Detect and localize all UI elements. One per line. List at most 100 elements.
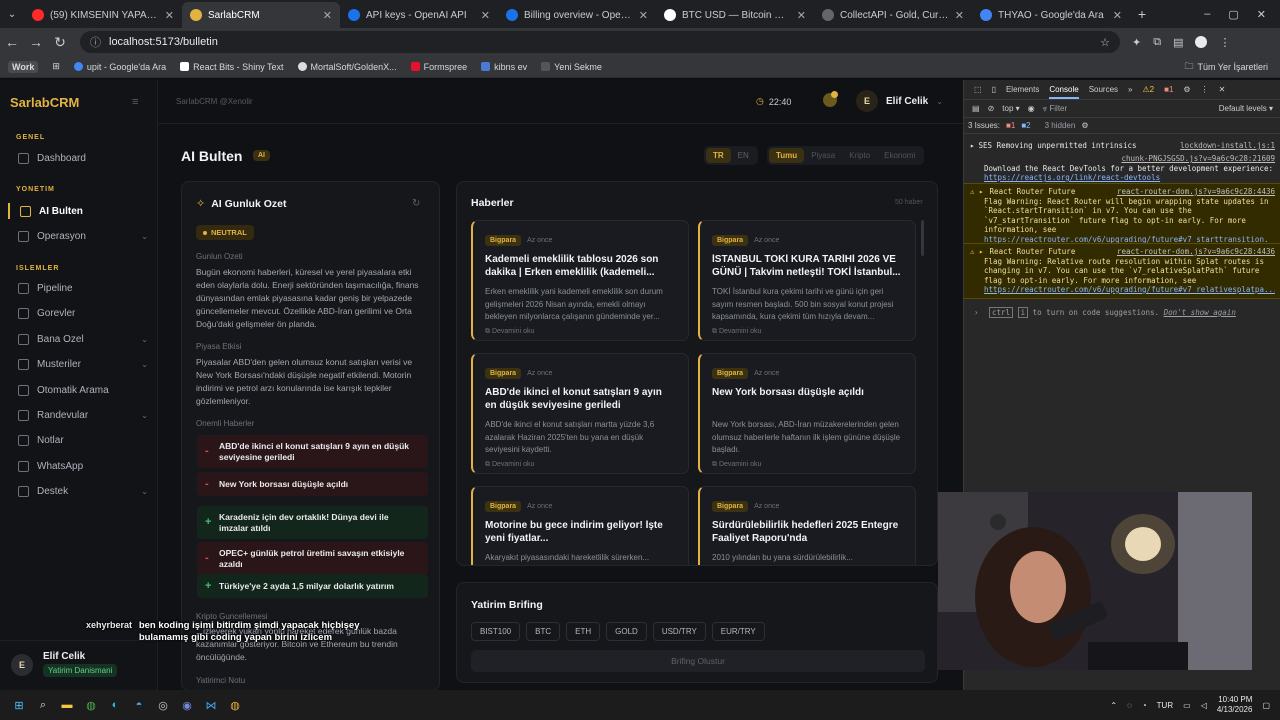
- close-window-icon[interactable]: ✕: [1257, 8, 1266, 21]
- windows-start-icon[interactable]: ⊞: [10, 696, 28, 714]
- read-more-link[interactable]: ⧉ Devamini oku: [485, 328, 676, 336]
- obs-icon[interactable]: ◎: [154, 696, 172, 714]
- inspect-icon[interactable]: ⬚: [974, 85, 982, 94]
- source-link[interactable]: react-router-dom.js?v=9a6c9c28:4436: [1117, 247, 1275, 257]
- refresh-icon[interactable]: ↻: [412, 198, 420, 209]
- menu-collapse-icon[interactable]: ≡: [132, 96, 138, 108]
- browser-tab-4[interactable]: BTC USD — Bitcoin Dolar Fiyatı ✕: [656, 2, 814, 28]
- filter-ekonomi[interactable]: Ekonomi: [877, 148, 922, 163]
- app-icon-1[interactable]: ◓: [130, 696, 148, 714]
- discord-icon[interactable]: ◉: [178, 696, 196, 714]
- expand-icon[interactable]: ›: [974, 308, 979, 317]
- chrome-icon[interactable]: ◍: [82, 696, 100, 714]
- sidebar-item-whatsapp[interactable]: WhatsApp: [18, 461, 148, 472]
- source-link[interactable]: react-router-dom.js?v=9a6c9c28:4436: [1117, 187, 1275, 197]
- bookmark-react-bits[interactable]: React Bits - Shiny Text: [180, 62, 284, 72]
- asset-chip[interactable]: ETH: [566, 622, 601, 641]
- apps-grid-icon[interactable]: ⊞: [52, 61, 60, 72]
- sidebar-item-otomatik-arama[interactable]: Otomatik Arama: [18, 385, 148, 396]
- lang-en[interactable]: EN: [731, 148, 756, 163]
- clear-console-icon[interactable]: ⊘: [988, 104, 995, 113]
- sidebar-item-operasyon[interactable]: Operasyon ⌄: [18, 231, 148, 242]
- tab-close-icon[interactable]: ✕: [639, 9, 648, 22]
- asset-chip[interactable]: EUR/TRY: [711, 622, 765, 641]
- device-icon[interactable]: ▯: [992, 85, 996, 94]
- console-message[interactable]: ⚠ ▸ React Router Future react-router-dom.j…: [964, 243, 1280, 299]
- chrome-2-icon[interactable]: ◍: [226, 696, 244, 714]
- tray-up-icon[interactable]: ⌃: [1110, 701, 1117, 710]
- filter-input[interactable]: ⩔ Filter: [1043, 104, 1068, 114]
- notification-icon[interactable]: [823, 91, 838, 107]
- sidebar-item-pipeline[interactable]: Pipeline: [18, 283, 148, 294]
- important-news-item[interactable]: - OPEC+ günlük petrol üretimi savaşın etk…: [197, 542, 428, 575]
- tab-close-icon[interactable]: ✕: [955, 9, 964, 22]
- issues-error-count[interactable]: ■1: [1006, 121, 1015, 130]
- bookmark-formspree[interactable]: Formspree: [410, 62, 467, 72]
- browser-tab-5[interactable]: CollectAPI - Gold, Currency and... ✕: [814, 2, 972, 28]
- source-link[interactable]: lockdown-install.js:1: [1180, 141, 1275, 151]
- bookmark-work[interactable]: Work: [8, 60, 39, 73]
- sidebar-item-musteriler[interactable]: Musteriler ⌄: [18, 359, 148, 370]
- tab-close-icon[interactable]: ✕: [797, 9, 806, 22]
- bookmark-star-icon[interactable]: ☆: [1100, 36, 1110, 49]
- brand-logo[interactable]: SarlabCRM: [10, 95, 79, 110]
- sidebar-item-notlar[interactable]: Notlar: [18, 435, 148, 446]
- bookmark-github[interactable]: MortalSoft/GoldenX...: [297, 62, 397, 72]
- new-tab-button[interactable]: +: [1130, 6, 1154, 22]
- error-count[interactable]: ■1: [1164, 85, 1173, 94]
- browser-tab-6[interactable]: THYAO - Google'da Ara ✕: [972, 2, 1130, 28]
- edge-icon[interactable]: ◐: [106, 696, 124, 714]
- bookmark-new-tab[interactable]: Yeni Sekme: [541, 62, 602, 72]
- devtools-close-icon[interactable]: ✕: [1219, 85, 1226, 94]
- volume-icon[interactable]: ◁: [1201, 701, 1207, 710]
- expand-arrow-icon[interactable]: ▸: [970, 141, 975, 151]
- devtools-tab-console[interactable]: Console: [1049, 85, 1079, 99]
- docs-link[interactable]: https://reactrouter.com/v6/upgrading/fut…: [984, 285, 1275, 295]
- tray-app-icon[interactable]: ◌: [1127, 701, 1132, 710]
- reload-button[interactable]: ↻: [48, 34, 72, 51]
- sidebar-item-gorevler[interactable]: Gorevler: [18, 308, 148, 319]
- sidebar-icon[interactable]: ▤: [1173, 36, 1183, 49]
- settings-icon[interactable]: ⚙: [1183, 85, 1190, 94]
- news-card[interactable]: Bigpara Az once ABD'de ikinci el konut sat…: [471, 353, 689, 474]
- news-card[interactable]: Bigpara Az once New York borsası düşüşle a…: [698, 353, 916, 474]
- devtools-tab-sources[interactable]: Sources: [1089, 85, 1118, 94]
- important-news-item[interactable]: + Karadeniz için dev ortaklık! Dünya devi…: [197, 506, 428, 539]
- log-levels-select[interactable]: Default levels ▾: [1219, 104, 1280, 113]
- browser-tab-1[interactable]: SarlabCRM ✕: [182, 2, 340, 28]
- context-select[interactable]: top ▾: [1002, 104, 1019, 113]
- tab-close-icon[interactable]: ✕: [1113, 9, 1122, 22]
- read-more-link[interactable]: ⧉ Devamini oku: [712, 461, 903, 469]
- tab-search-icon[interactable]: ⌄: [0, 9, 24, 20]
- extension-icon[interactable]: ✦: [1132, 36, 1141, 49]
- all-bookmarks[interactable]: 🗀 Tüm Yer İşaretleri: [1184, 59, 1280, 75]
- warning-count[interactable]: ⚠2: [1143, 85, 1155, 94]
- issues-info-count[interactable]: ■2: [1021, 121, 1030, 130]
- sidebar-toggle-icon[interactable]: ▤: [972, 104, 980, 113]
- more-menu-icon[interactable]: ⋮: [1219, 36, 1230, 49]
- sidebar-item-bana-ozel[interactable]: Bana Ozel ⌄: [18, 334, 148, 345]
- important-news-item[interactable]: - ABD'de ikinci el konut satışları 9 ayın…: [197, 435, 428, 468]
- filter-tumu[interactable]: Tumu: [769, 148, 805, 163]
- filter-piyasa[interactable]: Piyasa: [804, 148, 842, 163]
- create-brief-button[interactable]: Brifing Olustur: [471, 650, 925, 672]
- network-icon[interactable]: ▭: [1183, 701, 1191, 710]
- source-link[interactable]: chunk-PNGJSGSD.js?v=9a6c9c28:21609: [984, 154, 1275, 164]
- notification-center-icon[interactable]: ▢: [1262, 701, 1270, 710]
- sidebar-item-randevular[interactable]: Randevular ⌄: [18, 410, 148, 421]
- browser-tab-3[interactable]: Billing overview - OpenAI API ✕: [498, 2, 656, 28]
- search-icon[interactable]: ⌕: [34, 696, 52, 714]
- site-info-icon[interactable]: ⓘ: [90, 34, 101, 50]
- sidebar-item-ai-bulten[interactable]: AI Bulten: [20, 206, 150, 217]
- gear-icon[interactable]: ⚙: [1081, 121, 1088, 130]
- browser-tab-2[interactable]: API keys - OpenAI API ✕: [340, 2, 498, 28]
- tab-close-icon[interactable]: ✕: [481, 9, 490, 22]
- devtools-tab-elements[interactable]: Elements: [1006, 85, 1039, 94]
- back-button[interactable]: ←: [0, 34, 24, 50]
- maximize-icon[interactable]: ▢: [1228, 8, 1238, 21]
- important-news-item[interactable]: - New York borsası düşüşle açıldı: [197, 472, 428, 496]
- minimize-icon[interactable]: –: [1204, 8, 1210, 21]
- vscode-icon[interactable]: ⋈: [202, 696, 220, 714]
- file-explorer-icon[interactable]: ▬: [58, 696, 76, 714]
- forward-button[interactable]: →: [24, 34, 48, 50]
